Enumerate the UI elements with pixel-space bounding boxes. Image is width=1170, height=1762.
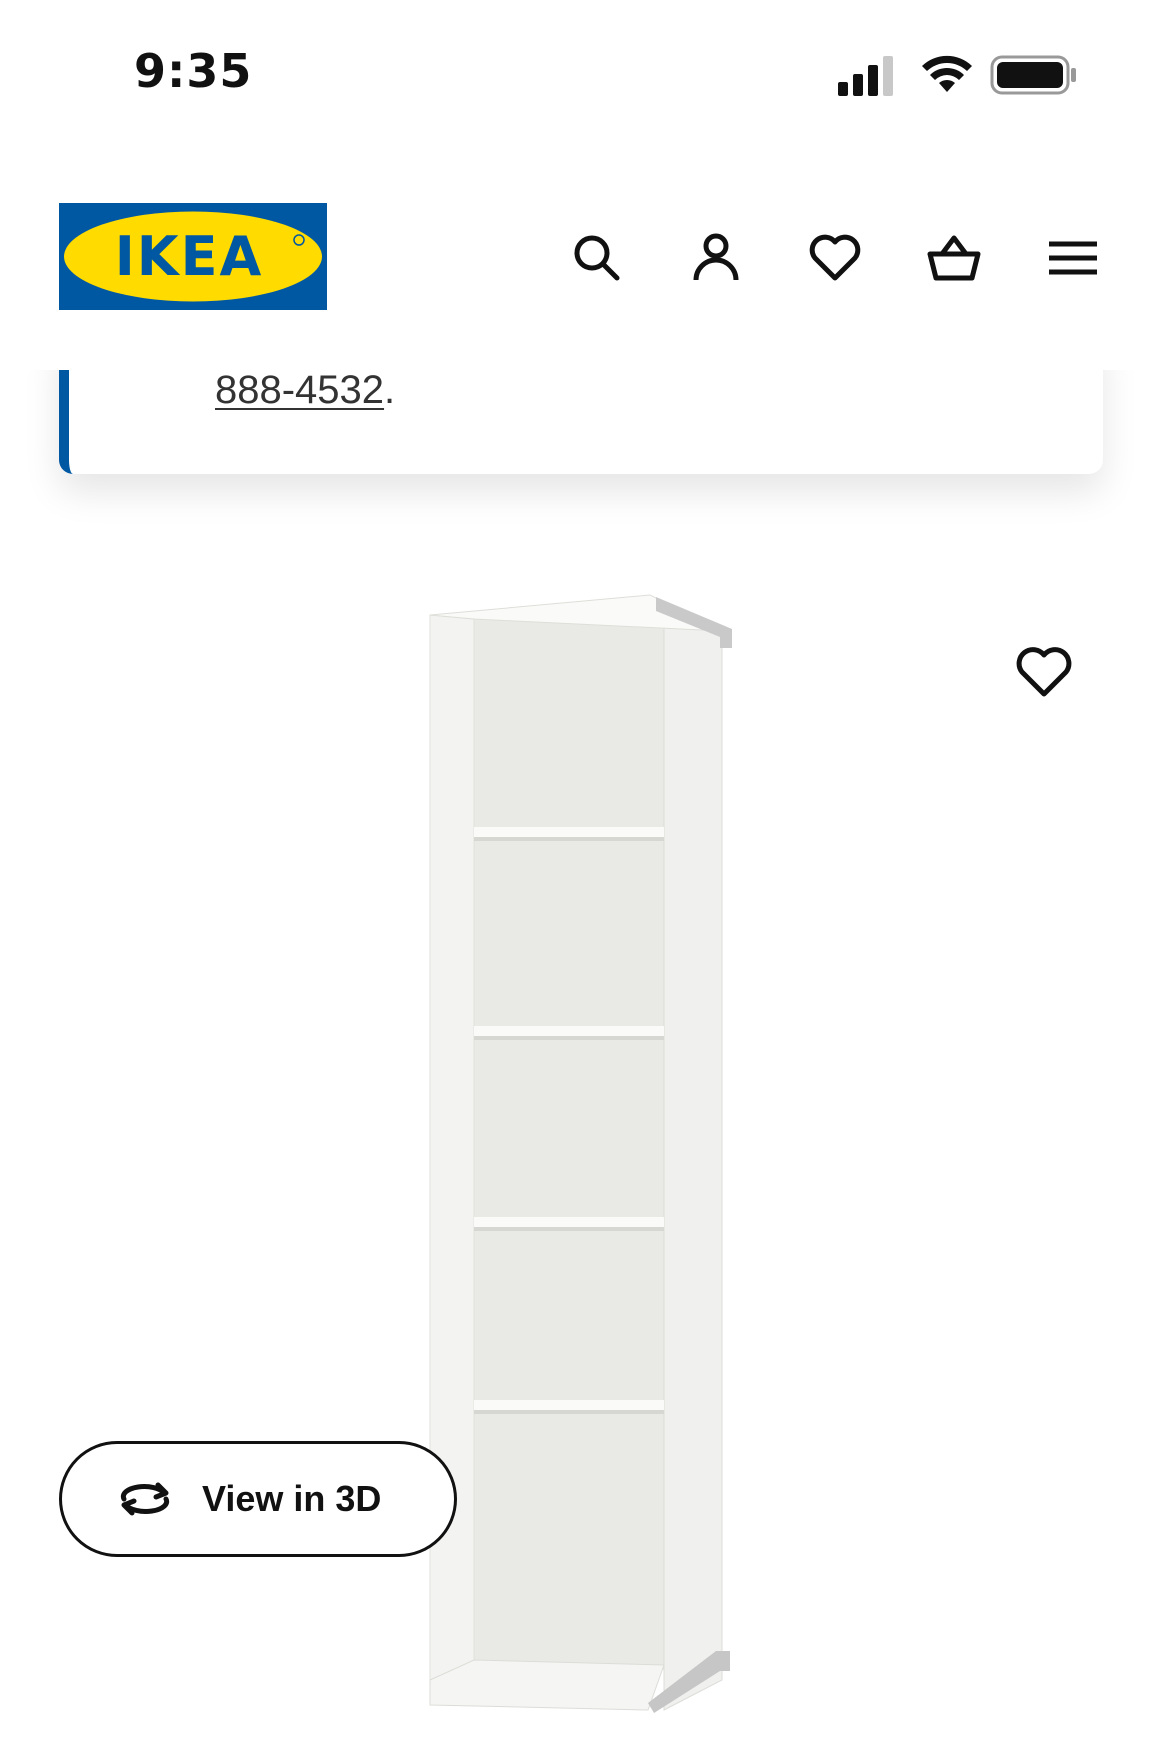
product-image[interactable] bbox=[420, 585, 740, 1715]
wifi-icon bbox=[922, 55, 972, 92]
phone-suffix: . bbox=[384, 368, 396, 412]
status-time: 9:35 bbox=[134, 44, 253, 98]
site-header: IKEA bbox=[0, 150, 1170, 370]
view-in-3d-button[interactable]: View in 3D bbox=[59, 1441, 457, 1557]
search-icon[interactable] bbox=[567, 228, 627, 288]
status-icons bbox=[838, 52, 1078, 98]
view-in-3d-label: View in 3D bbox=[202, 1478, 382, 1519]
cellular-signal-icon bbox=[838, 56, 893, 96]
phone-link[interactable]: 888-4532 bbox=[215, 368, 384, 412]
account-icon[interactable] bbox=[686, 228, 746, 288]
heart-icon bbox=[1016, 647, 1072, 697]
product-favorite-button[interactable] bbox=[1012, 640, 1076, 704]
status-bar: 9:35 bbox=[0, 0, 1170, 150]
menu-icon[interactable] bbox=[1043, 228, 1103, 288]
notice-phone-text: 888-4532. bbox=[215, 368, 395, 413]
basket-icon[interactable] bbox=[924, 228, 984, 288]
heart-icon[interactable] bbox=[805, 228, 865, 288]
svg-text:IKEA: IKEA bbox=[115, 225, 264, 288]
ikea-logo[interactable]: IKEA bbox=[59, 203, 327, 310]
rotate-3d-icon bbox=[120, 1482, 170, 1516]
battery-icon bbox=[990, 55, 1076, 95]
